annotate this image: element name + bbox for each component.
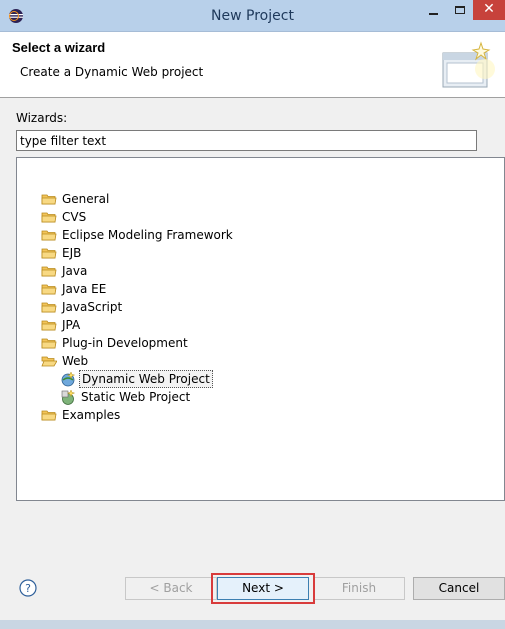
next-button[interactable]: Next > (217, 577, 309, 600)
tree-item-label: Examples (62, 408, 121, 422)
tree-item-label: JPA (62, 318, 81, 332)
maximize-icon (455, 6, 465, 14)
help-icon[interactable]: ? (19, 579, 37, 597)
tree-item-label: Web (62, 354, 89, 368)
new-project-wizard-banner-icon (442, 41, 495, 88)
tree-item-label: Java EE (62, 282, 107, 296)
tree-item-label: Eclipse Modeling Framework (62, 228, 233, 242)
folder-icon (41, 263, 57, 279)
dialog-body: Select a wizard Create a Dynamic Web pro… (0, 32, 505, 620)
back-button[interactable]: < Back (125, 577, 217, 600)
filter-input[interactable] (16, 130, 477, 151)
tree-item-label: Java (62, 264, 88, 278)
bottom-strip (0, 620, 505, 629)
tree-item-label: Plug-in Development (62, 336, 188, 350)
page-title: Select a wizard (12, 40, 106, 55)
close-button[interactable]: ✕ (473, 0, 505, 20)
open-folder-icon (41, 353, 58, 369)
close-icon: ✕ (483, 1, 495, 17)
dynamic-web-project-icon (60, 371, 76, 387)
wizard-tree[interactable]: General CVS Eclipse Modeling Framework EJB J… (16, 157, 505, 501)
finish-button[interactable]: Finish (313, 577, 405, 600)
minimize-icon (429, 13, 438, 15)
cancel-button[interactable]: Cancel (413, 577, 505, 600)
folder-icon (41, 227, 57, 243)
folder-icon (41, 317, 57, 333)
tree-item-label: Dynamic Web Project (79, 370, 213, 388)
svg-text:?: ? (25, 582, 31, 595)
static-web-project-icon (60, 389, 76, 405)
wizards-label: Wizards: (16, 111, 68, 125)
minimize-button[interactable] (421, 0, 447, 20)
folder-icon (41, 281, 57, 297)
tree-item-label: CVS (62, 210, 87, 224)
folder-icon (41, 245, 57, 261)
tree-item-label: EJB (62, 246, 82, 260)
maximize-button[interactable] (447, 0, 473, 20)
wizard-header: Select a wizard Create a Dynamic Web pro… (0, 32, 505, 98)
tree-item-label: General (62, 192, 110, 206)
folder-icon (41, 209, 57, 225)
folder-icon (41, 335, 57, 351)
tree-item-label: JavaScript (62, 300, 123, 314)
title-bar: New Project ✕ (0, 0, 505, 32)
folder-icon (41, 191, 57, 207)
folder-icon (41, 299, 57, 315)
tree-item-label: Static Web Project (81, 390, 191, 404)
folder-icon (41, 407, 57, 423)
page-description: Create a Dynamic Web project (20, 65, 204, 79)
